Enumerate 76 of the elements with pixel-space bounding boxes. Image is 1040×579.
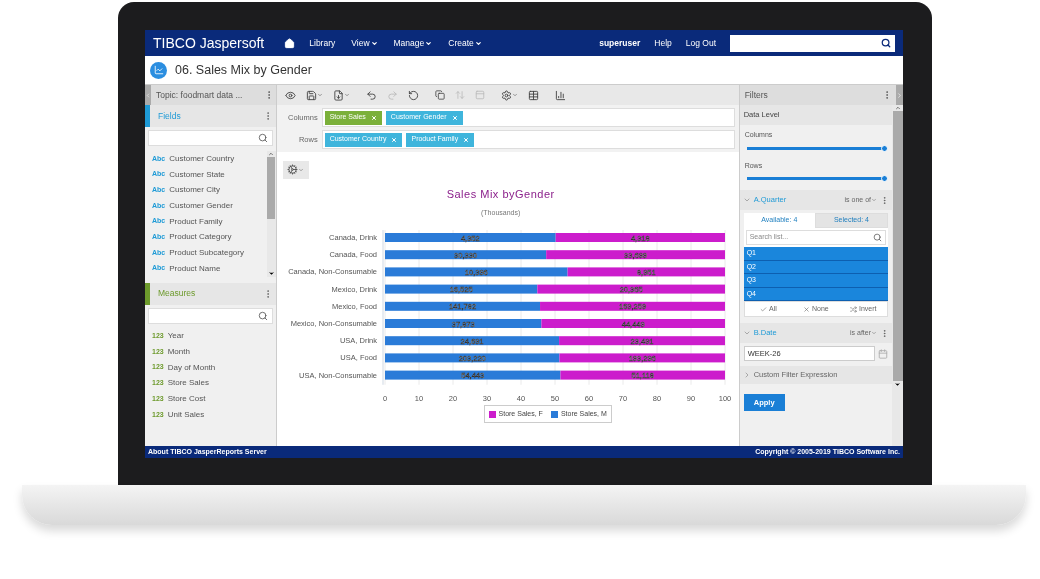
scrollbar[interactable]	[892, 105, 903, 446]
user-name: superuser	[599, 36, 641, 50]
scroll-up-icon[interactable]	[268, 151, 275, 157]
save-icon[interactable]	[305, 89, 323, 101]
field-label: Customer State	[169, 168, 225, 181]
undo-icon[interactable]	[365, 89, 377, 101]
field-label: Product Name	[169, 262, 221, 275]
export-icon[interactable]	[332, 89, 350, 101]
chevron-down-icon[interactable]	[742, 329, 751, 337]
undo-all-icon[interactable]	[407, 89, 419, 101]
nav-menu[interactable]: Create	[448, 36, 482, 50]
redo-icon[interactable]	[386, 89, 398, 101]
more-icon[interactable]	[880, 195, 889, 205]
bar-chart-icon[interactable]	[554, 89, 566, 101]
calendar-icon[interactable]	[878, 348, 888, 359]
section-title: Measures	[158, 287, 196, 300]
chart-settings-icon[interactable]	[282, 160, 309, 179]
scrollbar[interactable]	[266, 151, 276, 277]
search-field[interactable]	[148, 307, 273, 324]
nav-menu[interactable]: View	[351, 36, 378, 50]
field-label: Day of Month	[167, 361, 216, 374]
field-label: Customer Country	[169, 152, 235, 165]
sort-icon[interactable]	[454, 90, 465, 100]
remove-icon[interactable]	[451, 114, 458, 121]
eye-icon[interactable]	[284, 89, 296, 101]
check-icon	[760, 305, 767, 313]
field-label: Product Category	[169, 231, 232, 244]
field-label: Store Sales	[167, 377, 210, 390]
scroll-up-icon[interactable]	[894, 105, 901, 111]
caret-icon	[425, 39, 433, 47]
search-field[interactable]	[148, 130, 273, 146]
caret-icon	[871, 330, 877, 336]
table-icon[interactable]	[527, 89, 539, 101]
remove-icon[interactable]	[463, 136, 470, 143]
search-icon	[257, 310, 268, 321]
x-icon	[802, 305, 810, 313]
scroll-down-icon[interactable]	[267, 269, 275, 277]
chart-title: Sales Mix byGender	[446, 187, 555, 202]
home-icon[interactable]	[284, 37, 296, 49]
nav-link[interactable]: Help	[654, 36, 672, 50]
search-icon	[257, 133, 268, 143]
slider-fill[interactable]	[746, 177, 885, 180]
remove-icon[interactable]	[391, 136, 398, 143]
field-label: Year	[167, 330, 184, 343]
line-chart-icon	[150, 61, 167, 79]
slider-fill[interactable]	[746, 146, 885, 150]
caret-icon	[871, 197, 877, 203]
search-icon	[873, 233, 882, 242]
field-label: Store Cost	[167, 393, 206, 406]
search-icon	[881, 38, 891, 48]
report-title: 06. Sales Mix by Gender	[175, 61, 312, 79]
field-label: Customer City	[169, 184, 220, 197]
pivot-icon[interactable]	[434, 90, 445, 100]
more-icon[interactable]	[880, 328, 889, 338]
settings-icon[interactable]	[500, 89, 518, 101]
field-label: Customer Gender	[169, 199, 233, 212]
caret-icon	[370, 39, 378, 47]
field-label: Product Family	[169, 215, 223, 228]
logo: TIBCO Jaspersoft	[153, 33, 265, 53]
topic-label: Topic: foodmart data ...	[156, 88, 243, 102]
field-label: Product Subcategory	[169, 246, 244, 259]
nav-link[interactable]: Log Out	[685, 36, 716, 50]
caret-icon	[474, 39, 482, 47]
shuffle-icon	[850, 305, 857, 313]
search-field[interactable]	[730, 34, 895, 52]
remove-icon[interactable]	[370, 114, 377, 121]
nav-menu[interactable]: Manage	[393, 36, 433, 50]
filters-title: Filters	[744, 88, 768, 102]
field-label: Unit Sales	[167, 408, 205, 421]
chevron-right-icon[interactable]	[896, 85, 903, 105]
scroll-down-icon[interactable]	[894, 381, 901, 388]
chevron-down-icon[interactable]	[742, 196, 751, 204]
section-title: Fields	[158, 109, 181, 123]
nav-menu[interactable]: Library	[309, 36, 336, 50]
field-label: Month	[167, 346, 190, 359]
window-icon[interactable]	[474, 90, 485, 100]
